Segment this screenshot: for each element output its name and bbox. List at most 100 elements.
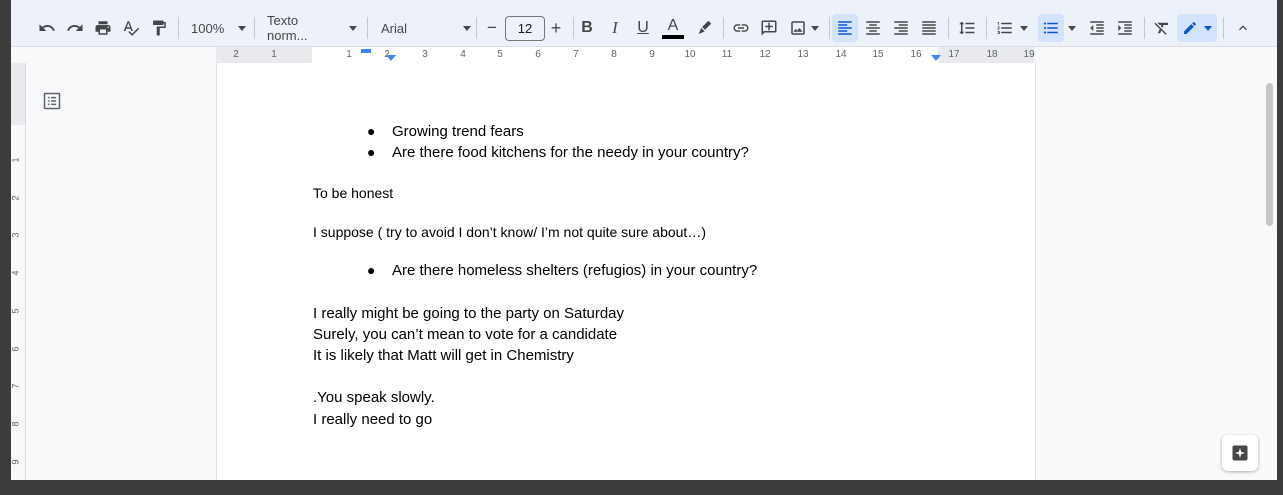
justify-icon[interactable]	[917, 14, 941, 42]
scrollbar-thumb[interactable]	[1266, 83, 1273, 226]
ruler-number: 14	[835, 49, 847, 60]
text-color-swatch	[662, 34, 684, 39]
clear-formatting-icon[interactable]	[1150, 14, 1174, 42]
numbered-list-button[interactable]	[993, 14, 1031, 42]
ruler-number: 12	[759, 49, 771, 60]
spellcheck-icon[interactable]	[119, 14, 143, 42]
highlight-icon[interactable]	[692, 14, 716, 42]
chevron-down-icon	[811, 25, 819, 31]
paragraph: I really need to go	[313, 411, 433, 428]
italic-button[interactable]: I	[605, 14, 625, 42]
insert-image-button[interactable]	[785, 14, 823, 42]
toolbar: 100% Texto norm... Arial − 12 + B I U A	[11, 0, 1277, 47]
chevron-down-icon	[1020, 25, 1028, 31]
ruler-number: 16	[910, 49, 922, 60]
ruler-number: 19	[1023, 49, 1035, 60]
ruler-number: 13	[797, 49, 809, 60]
align-right-icon[interactable]	[889, 14, 913, 42]
paragraph: To be honest	[313, 185, 394, 201]
ruler-left-margin	[216, 47, 312, 63]
document-canvas: ● Growing trend fears ● Are there food k…	[26, 63, 1262, 480]
style-value: Texto norm...	[267, 13, 308, 43]
numbered-list-icon	[997, 22, 1012, 34]
paragraph: I suppose ( try to avoid I don’t know/ I…	[313, 224, 706, 240]
decrease-indent-icon[interactable]	[1085, 14, 1109, 42]
bulleted-list-icon[interactable]	[1038, 14, 1064, 42]
line-spacing-icon[interactable]	[955, 14, 979, 42]
ruler-number: 6	[535, 49, 541, 60]
underline-button[interactable]: U	[633, 14, 653, 42]
list-item: Are there homeless shelters (refugios) i…	[392, 262, 758, 279]
ruler-number: 9	[11, 459, 21, 465]
ruler-number: 15	[872, 49, 884, 60]
bullet-options-button[interactable]	[1065, 14, 1079, 42]
style-select[interactable]: Texto norm...	[267, 13, 357, 43]
collapse-toolbar-icon[interactable]	[1231, 14, 1255, 42]
add-comment-icon[interactable]	[757, 14, 781, 42]
zoom-select[interactable]: 100%	[191, 14, 247, 42]
ruler-number: 3	[422, 49, 428, 60]
text-color-icon: A	[667, 16, 679, 34]
chevron-down-icon	[238, 25, 247, 31]
document-page[interactable]: ● Growing trend fears ● Are there food k…	[216, 63, 1036, 480]
document-outline-icon[interactable]	[42, 91, 64, 113]
ruler-number: 10	[684, 49, 696, 60]
pencil-icon	[1184, 22, 1196, 34]
bold-button[interactable]: B	[577, 14, 597, 42]
first-line-indent-marker[interactable]	[361, 49, 371, 53]
chevron-down-icon	[1204, 25, 1212, 31]
ruler-number: 9	[649, 49, 655, 60]
link-icon[interactable]	[729, 14, 753, 42]
bullet-marker: ●	[367, 144, 376, 160]
sparkle-icon	[1232, 445, 1248, 461]
chevron-down-icon	[349, 25, 357, 31]
ruler-number: 17	[948, 49, 960, 60]
ruler-number: 11	[721, 49, 733, 60]
explore-button[interactable]	[1222, 435, 1258, 471]
ruler-number: 6	[11, 346, 21, 352]
undo-icon[interactable]	[35, 14, 59, 42]
paint-format-icon[interactable]	[147, 14, 171, 42]
list-item: Are there food kitchens for the needy in…	[392, 144, 749, 161]
chevron-down-icon	[463, 25, 471, 31]
decrease-font-size-button[interactable]: −	[482, 14, 502, 42]
paragraph: It is likely that Matt will get in Chemi…	[313, 347, 574, 364]
image-icon	[791, 21, 805, 35]
zoom-value: 100%	[191, 20, 225, 36]
ruler-number: 7	[573, 49, 579, 60]
vertical-ruler-top-margin	[11, 63, 25, 125]
bullet-marker: ●	[367, 123, 376, 139]
ruler-number: 4	[460, 49, 466, 60]
increase-font-size-button[interactable]: +	[546, 14, 566, 42]
ruler-number: 3	[11, 232, 21, 238]
ruler-number: 8	[11, 421, 21, 427]
font-value: Arial	[381, 20, 408, 36]
increase-indent-icon[interactable]	[1113, 14, 1137, 42]
print-icon[interactable]	[91, 14, 115, 42]
ruler-number: 7	[11, 383, 21, 389]
vertical-ruler[interactable]: 1 2 3 4 5 6 7 8 9	[11, 63, 26, 480]
editing-mode-button[interactable]	[1177, 14, 1217, 42]
right-indent-marker[interactable]	[931, 55, 941, 61]
ruler-number: 1	[346, 49, 352, 60]
ruler-number: 2	[11, 195, 21, 201]
text-color-button[interactable]: A	[661, 14, 685, 42]
docs-window: 100% Texto norm... Arial − 12 + B I U A	[11, 0, 1277, 480]
font-select[interactable]: Arial	[381, 14, 471, 42]
bullet-marker: ●	[367, 262, 376, 278]
align-left-icon[interactable]	[832, 14, 858, 42]
redo-icon[interactable]	[63, 14, 87, 42]
horizontal-ruler[interactable]: 2 1 1 2 3 4 5 6 7 8 9 10 11 12 13 14 15 …	[11, 47, 1277, 64]
ruler-number: 2	[233, 49, 239, 60]
paragraph: I really might be going to the party on …	[313, 305, 625, 322]
align-center-icon[interactable]	[861, 14, 885, 42]
ruler-number: 1	[11, 157, 21, 163]
ruler-number: 5	[497, 49, 503, 60]
ruler-number: 18	[986, 49, 998, 60]
list-item: Growing trend fears	[392, 123, 524, 140]
vertical-scrollbar[interactable]	[1262, 63, 1277, 480]
left-indent-marker[interactable]	[386, 55, 396, 61]
ruler-number: 1	[271, 49, 277, 60]
paragraph: .You speak slowly.	[313, 389, 435, 406]
font-size-input[interactable]: 12	[505, 16, 545, 41]
